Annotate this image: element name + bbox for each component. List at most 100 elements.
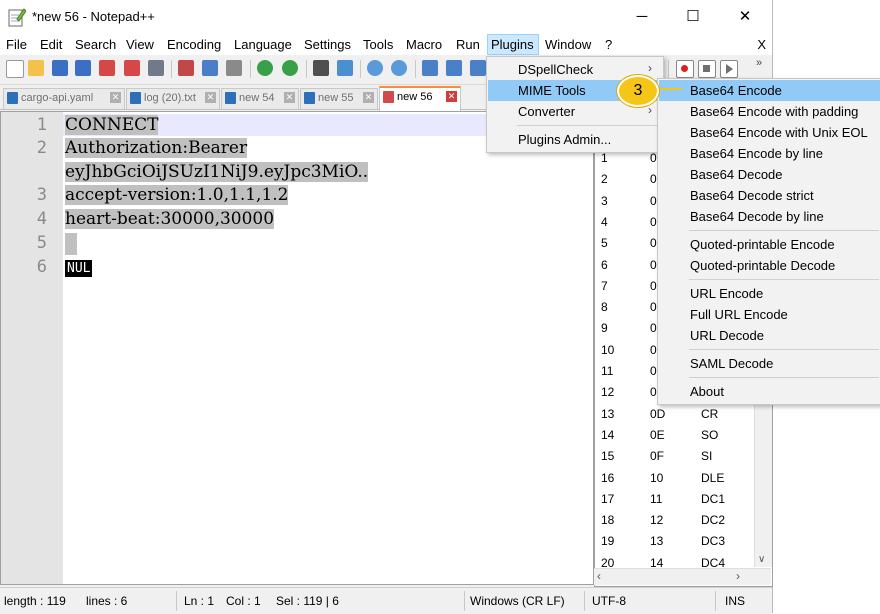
menu-language[interactable]: Language [234,37,292,52]
ascii-hex: 0 [650,342,657,357]
save-icon[interactable] [52,60,68,76]
new-file-icon[interactable] [6,60,24,78]
menu-search[interactable]: Search [75,37,116,52]
menu-item-about[interactable]: About [659,381,880,402]
scroll-left-icon[interactable]: ‹ [597,569,601,583]
ascii-hex: 0 [650,214,657,229]
tab-close-icon[interactable]: ✕ [110,92,121,103]
tab-new-54[interactable]: new 54 ✕ [221,88,299,109]
unsaved-file-icon [383,91,394,103]
menu-separator [689,377,879,378]
menu-encoding[interactable]: Encoding [167,37,221,52]
status-separator [584,591,585,611]
step-number-badge: 3 [617,75,659,107]
menu-plugins[interactable]: Plugins [487,34,539,55]
toolbar-overflow-icon[interactable]: » [756,57,762,69]
stop-macro-icon[interactable] [698,60,716,78]
status-eol[interactable]: Windows (CR LF) [470,594,565,608]
menu-item-base64-encode[interactable]: Base64 Encode [659,80,880,101]
status-lines: lines : 6 [86,594,128,608]
close-all-icon[interactable] [124,60,140,76]
scroll-right-icon[interactable]: › [736,569,740,583]
line-number: 3 [36,185,47,205]
file-icon [7,92,18,104]
menu-edit[interactable]: Edit [40,37,62,52]
menu-item-base64-decode-strict[interactable]: Base64 Decode strict [659,185,880,206]
status-mode[interactable]: INS [725,594,745,608]
tab-new-55[interactable]: new 55 ✕ [300,88,378,109]
status-col: Col : 1 [226,594,261,608]
status-encoding[interactable]: UTF-8 [592,594,626,608]
tab-log-20[interactable]: log (20).txt ✕ [126,88,220,109]
menu-item-base64-decode[interactable]: Base64 Decode [659,164,880,185]
title-bar[interactable]: *new 56 - Notepad++ ─ ☐ ✕ [0,0,772,34]
maximize-button[interactable]: ☐ [670,0,716,34]
menu-window[interactable]: Window [545,37,591,52]
save-all-icon[interactable] [75,60,91,76]
ascii-char-name: SI [701,449,713,464]
menu-file[interactable]: File [6,37,27,52]
menu-view[interactable]: View [126,37,154,52]
record-macro-icon[interactable] [676,60,694,78]
ascii-dec: 13 [601,406,615,421]
play-macro-icon[interactable] [720,60,738,78]
tab-close-icon[interactable]: ✕ [446,91,457,102]
minimize-button[interactable]: ─ [619,0,665,34]
replace-icon[interactable] [337,60,353,76]
find-icon[interactable] [313,60,329,76]
tab-cargo-api[interactable]: cargo-api.yaml ✕ [3,88,125,109]
status-ln: Ln : 1 [184,594,215,608]
zoom-in-icon[interactable] [367,60,383,76]
close-button[interactable]: ✕ [722,0,768,34]
menu-item-full-url-encode[interactable]: Full URL Encode [659,304,880,325]
cut-icon[interactable] [178,60,194,76]
menu-bar: File Edit Search View Encoding Language … [0,34,772,55]
word-wrap-icon[interactable] [470,60,486,76]
menu-item-base64-encode-by-line[interactable]: Base64 Encode by line [659,143,880,164]
menu-settings[interactable]: Settings [304,37,351,52]
file-icon [130,92,141,104]
open-file-icon[interactable] [28,60,44,76]
menu-item-saml-decode[interactable]: SAML Decode [659,353,880,374]
menu-item-base64-decode-by-line[interactable]: Base64 Decode by line [659,206,880,227]
close-document-button[interactable]: X [757,37,766,52]
panel-horizontal-scrollbar[interactable]: ‹ › [594,568,771,585]
ascii-dec: 18 [601,513,615,528]
editor[interactable]: 1 2 3 4 5 6 CONNECT Authorization:Bearer… [0,111,594,585]
menu-item-plugins-admin[interactable]: Plugins Admin... [488,129,662,150]
menu-run[interactable]: Run [456,37,480,52]
menu-tools[interactable]: Tools [363,37,393,52]
zoom-out-icon[interactable] [391,60,407,76]
ascii-dec: 3 [601,193,608,208]
menu-item-url-encode[interactable]: URL Encode [659,283,880,304]
menu-help[interactable]: ? [605,37,612,52]
menu-item-base64-encode-unix-eol[interactable]: Base64 Encode with Unix EOL [659,122,880,143]
menu-item-url-decode[interactable]: URL Decode [659,325,880,346]
undo-icon[interactable] [257,60,273,76]
paste-icon[interactable] [226,60,242,76]
menu-item-qp-encode[interactable]: Quoted-printable Encode [659,234,880,255]
tab-close-icon[interactable]: ✕ [363,92,374,103]
scroll-down-icon[interactable]: ∨ [758,554,765,565]
menu-separator [689,279,879,280]
tab-new-56[interactable]: new 56 ✕ [379,86,461,111]
copy-icon[interactable] [202,60,218,76]
menu-macro[interactable]: Macro [406,37,442,52]
menu-item-base64-encode-padding[interactable]: Base64 Encode with padding [659,101,880,122]
line-number-gutter: 1 2 3 4 5 6 [1,112,63,584]
ascii-hex: 0 [650,300,657,315]
menu-item-qp-decode[interactable]: Quoted-printable Decode [659,255,880,276]
sync-horizontal-icon[interactable] [446,60,462,76]
toolbar-separator [360,60,361,78]
status-sel: Sel : 119 | 6 [276,594,339,608]
mime-tools-submenu: Base64 Encode Base64 Encode with padding… [657,78,880,405]
ascii-dec: 15 [601,449,615,464]
redo-icon[interactable] [282,60,298,76]
tab-close-icon[interactable]: ✕ [205,92,216,103]
print-icon[interactable] [148,60,164,76]
sync-vertical-icon[interactable] [422,60,438,76]
ascii-dec: 1 [601,151,608,165]
tab-close-icon[interactable]: ✕ [284,92,295,103]
close-icon[interactable] [99,60,115,76]
ascii-char-name: DLE [701,470,725,485]
